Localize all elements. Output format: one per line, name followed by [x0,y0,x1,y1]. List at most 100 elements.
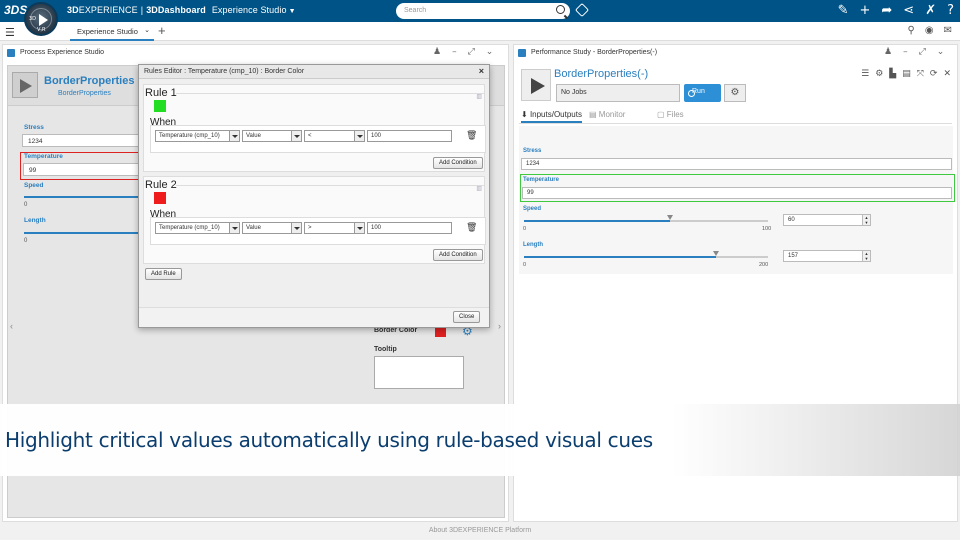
field-select[interactable]: Temperature (cmp_10) [155,222,240,234]
add-tab-button[interactable]: + [158,23,166,38]
settings-button[interactable]: ⚙ [724,84,746,102]
studio-selector[interactable]: Experience Studio [212,5,287,15]
close-button[interactable]: Close [453,311,481,323]
add-condition-button[interactable]: Add Condition [433,249,483,261]
edit-icon[interactable]: ▥ [476,185,482,192]
length-slider[interactable] [24,232,150,234]
maximize-icon[interactable]: ⤢ [468,47,475,57]
chevron-down-icon[interactable]: ⌄ [937,47,945,57]
dialog-title-bar: Rules Editor : Temperature (cmp_10) : Bo… [139,65,489,79]
table-icon[interactable]: ▤ [902,69,911,79]
caption-banner: Highlight critical values automatically … [0,404,960,476]
chevron-down-icon[interactable]: ⌄ [144,26,150,34]
user-icon[interactable]: ♟ [884,47,892,57]
help-icon[interactable]: ? [947,3,954,19]
add-condition-button[interactable]: Add Condition [433,157,483,169]
rules-editor-dialog: Rules Editor : Temperature (cmp_10) : Bo… [138,64,490,328]
speed-value-input[interactable]: 60 ▲ ▼ [783,214,871,226]
length-label: Length [24,217,46,224]
stress-label: Stress [523,148,542,154]
tooltip-textarea[interactable] [374,356,464,389]
speed-slider[interactable] [524,215,768,222]
chevron-down-icon[interactable]: ⌄ [486,47,494,57]
rule-color-swatch[interactable] [154,100,166,112]
speed-min: 0 [523,226,527,232]
slider-thumb[interactable] [712,251,719,256]
type-select[interactable]: Value [242,130,302,142]
minimize-icon[interactable]: – [903,47,908,57]
stress-field[interactable]: 1234 [22,134,152,147]
dropdown-arrow-icon [229,131,239,141]
tools-icon[interactable]: ✗ [925,3,936,19]
length-value-input[interactable]: 157 ▲ ▼ [783,250,871,262]
operator-select[interactable]: < [304,130,365,142]
tab-monitor[interactable]: ▤ Monitor [589,110,625,119]
view-toggle-icon[interactable]: ◉ [925,25,934,36]
search-users-icon[interactable]: ⚲ [908,25,915,36]
minimize-icon[interactable]: – [452,47,457,57]
top-bar: 3DS 3D V,R 3DEXPERIENCE | 3DDashboard Exper… [0,0,960,36]
slider-thumb[interactable] [667,215,674,220]
pencil-icon[interactable]: ✎ [838,3,849,19]
gear-icon[interactable]: ⚙ [875,69,883,79]
value-input[interactable]: 100 [367,130,452,142]
add-rule-button[interactable]: Add Rule [145,268,182,280]
close-icon[interactable]: ✕ [943,69,951,79]
search-placeholder: Search [404,7,427,14]
rule-color-swatch[interactable] [154,192,166,204]
component-thumbnail [521,69,551,101]
menu-icon[interactable]: ☰ [5,26,15,39]
field-select[interactable]: Temperature (cmp_10) [155,130,240,142]
gear-icon: ⚙ [730,87,740,98]
chevron-right-icon[interactable]: › [498,321,501,331]
user-icon[interactable]: ♟ [433,47,441,57]
chat-icon[interactable]: ✉ [944,25,952,36]
panel-title: Process Experience Studio ♟ – ⤢ ⌄ [3,45,508,61]
search-input[interactable]: Search [396,3,570,19]
tag-icon[interactable] [574,2,590,18]
length-slider[interactable] [524,251,768,258]
tab-inputs-outputs[interactable]: ⬇ Inputs/Outputs [521,110,582,123]
share-icon[interactable]: ➦ [881,3,892,19]
stress-field[interactable]: 1234 [521,158,952,170]
app-name: 3DDashboard [146,5,206,15]
chart-icon[interactable]: ▙ [889,69,896,79]
chevron-left-icon[interactable]: ‹ [10,321,13,331]
close-icon[interactable]: × [479,66,484,76]
tab-files[interactable]: ▢ Files [657,110,684,119]
component-thumbnail [12,72,38,98]
speed-slider[interactable] [24,196,150,198]
temperature-field[interactable]: 99 [522,187,952,199]
top-icons: ✎ + ➦ ⋖ ✗ ? [838,3,954,19]
brand-prefix: 3D [67,5,79,15]
jobs-select[interactable]: No Jobs [556,84,680,102]
tab-bar: ☰ Experience Studio ⌄ + ⚲ ◉ ✉ [0,22,960,41]
list-icon[interactable]: ☰ [861,69,869,79]
edit-icon[interactable]: ▥ [476,93,482,100]
stepper-icon[interactable]: ▲ ▼ [862,251,870,261]
network-icon[interactable]: ⋖ [903,3,914,19]
tab-experience-studio[interactable]: Experience Studio ⌄ [70,22,154,41]
speed-label: Speed [24,182,44,189]
operator-select[interactable]: > [304,222,365,234]
expand-icon[interactable]: ⤧ [917,69,924,79]
refresh-icon[interactable]: ⟳ [930,69,938,79]
stepper-icon[interactable]: ▲ ▼ [862,215,870,225]
run-button[interactable]: Run [684,84,721,102]
type-select[interactable]: Value [242,222,302,234]
trash-icon[interactable]: 🗑 [466,223,477,233]
plus-icon[interactable]: + [859,3,870,19]
panel-tools: ☰ ⚙ ▙ ▤ ⤧ ⟳ ✕ [861,69,951,79]
trash-icon[interactable]: 🗑 [466,131,477,141]
length-min: 0 [24,238,28,244]
chevron-down-icon[interactable]: ▼ [289,8,296,15]
value-input[interactable]: 100 [367,222,452,234]
maximize-icon[interactable]: ⤢ [919,47,926,57]
about-link[interactable]: About 3DEXPERIENCE Platform [429,527,531,534]
rule-title: Rule 1 [145,87,177,99]
temperature-field[interactable]: 99 [23,163,151,176]
component-sub[interactable]: BorderProperties [58,90,111,97]
search-icon[interactable] [556,5,565,14]
stress-label: Stress [24,124,44,131]
compass-icon[interactable]: 3D V,R [24,2,58,36]
